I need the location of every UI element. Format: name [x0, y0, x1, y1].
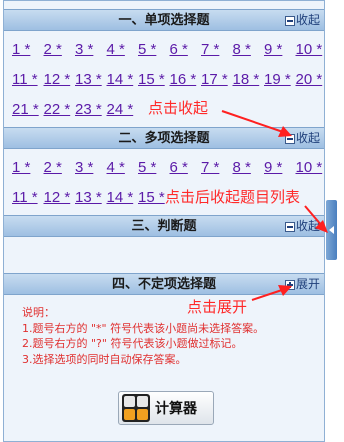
toggle-label: 收起	[295, 131, 320, 145]
question-link[interactable]: 2 *	[41, 157, 73, 179]
toggle-label: 收起	[295, 13, 320, 27]
instruction-line: 3.选择选项的同时自动保存答案。	[22, 352, 187, 366]
question-link[interactable]: 15 *	[135, 187, 167, 209]
side-collapse-handle[interactable]	[326, 200, 337, 260]
calculator-button[interactable]: 计算器	[118, 391, 214, 425]
question-link[interactable]: 1 *	[9, 39, 41, 61]
question-link[interactable]: 8 *	[230, 39, 262, 61]
question-link[interactable]: 22 *	[41, 99, 73, 121]
question-link[interactable]: 4 *	[104, 157, 136, 179]
question-link[interactable]: 21 *	[9, 99, 41, 121]
question-link[interactable]: 11 *	[9, 69, 41, 91]
question-link[interactable]: 11 *	[9, 187, 41, 209]
question-link[interactable]: 5 *	[135, 39, 167, 61]
section-header-single-choice: 一、单项选择题 收起	[4, 9, 324, 31]
question-link[interactable]: 13 *	[72, 187, 104, 209]
calculator-label: 计算器	[155, 401, 197, 417]
question-link[interactable]: 23 *	[72, 99, 104, 121]
question-row: 1 * 2 * 3 * 4 * 5 * 6 * 7 * 8 * 9 * 10 *	[9, 39, 324, 61]
annotation-collapse: 点击收起	[148, 99, 209, 117]
plus-box-icon	[284, 279, 295, 290]
question-link[interactable]: 10 *	[293, 157, 325, 179]
collapse-toggle-multi-choice[interactable]: 收起	[284, 131, 320, 146]
question-link[interactable]: 15 *	[135, 69, 167, 91]
question-row: 21 * 22 * 23 * 24 *	[9, 99, 135, 121]
calculator-icon	[122, 394, 150, 422]
question-link[interactable]: 2 *	[41, 39, 73, 61]
question-link[interactable]: 24 *	[104, 99, 136, 121]
question-link[interactable]: 7 *	[198, 39, 230, 61]
question-link[interactable]: 12 *	[41, 69, 73, 91]
toggle-label: 收起	[295, 219, 320, 233]
question-link[interactable]: 19 *	[261, 69, 293, 91]
annotation-expand: 点击展开	[187, 298, 248, 316]
question-link[interactable]: 20 *	[293, 69, 325, 91]
section-header-multi-choice: 二、多项选择题 收起	[4, 127, 324, 149]
arrow-left-icon	[329, 226, 334, 234]
question-link[interactable]: 6 *	[167, 39, 199, 61]
section-title: 二、多项选择题	[118, 131, 210, 146]
question-link[interactable]: 13 *	[72, 69, 104, 91]
minus-box-icon	[284, 133, 295, 144]
question-link[interactable]: 14 *	[104, 187, 136, 209]
question-link[interactable]: 12 *	[41, 187, 73, 209]
question-link[interactable]: 6 *	[167, 157, 199, 179]
question-link[interactable]: 5 *	[135, 157, 167, 179]
minus-box-icon	[284, 15, 295, 26]
annotation-collapsed-list: 点击后收起题目列表	[165, 188, 301, 206]
question-link[interactable]: 1 *	[9, 157, 41, 179]
collapse-toggle-single-choice[interactable]: 收起	[284, 13, 320, 28]
question-link[interactable]: 14 *	[104, 69, 136, 91]
section-header-indefinite-choice: 四、不定项选择题 展开	[4, 273, 324, 295]
instruction-line: 1.题号右方的 "*" 符号代表该小题尚未选择答案。	[22, 321, 265, 335]
question-row: 11 * 12 * 13 * 14 * 15 * 16 * 17 * 18 * 19 * 20 *	[9, 69, 324, 91]
instruction-line: 2.题号右方的 "?" 符号代表该小题做过标记。	[22, 337, 243, 350]
question-link[interactable]: 9 *	[261, 157, 293, 179]
collapse-toggle-true-false[interactable]: 收起	[284, 219, 320, 234]
question-link[interactable]: 16 *	[167, 69, 199, 91]
question-link[interactable]: 17 *	[198, 69, 230, 91]
section-header-true-false: 三、判断题 收起	[4, 215, 324, 237]
question-link[interactable]: 8 *	[230, 157, 262, 179]
question-link[interactable]: 18 *	[230, 69, 262, 91]
question-link[interactable]: 4 *	[104, 39, 136, 61]
answer-sheet-panel: 一、单项选择题 收起 1 * 2 * 3 * 4 * 5 * 6 * 7 * 8 * 9 * 10…	[3, 0, 325, 442]
expand-toggle-indefinite-choice[interactable]: 展开	[284, 277, 320, 292]
section-title: 一、单项选择题	[118, 13, 210, 28]
section-title: 三、判断题	[131, 219, 197, 234]
question-link[interactable]: 9 *	[261, 39, 293, 61]
question-link[interactable]: 7 *	[198, 157, 230, 179]
question-row: 11 * 12 * 13 * 14 * 15 *	[9, 187, 167, 209]
minus-box-icon	[284, 221, 295, 232]
question-link[interactable]: 3 *	[72, 157, 104, 179]
question-row: 1 * 2 * 3 * 4 * 5 * 6 * 7 * 8 * 9 * 10 *	[9, 157, 324, 179]
section-title: 四、不定项选择题	[111, 277, 216, 292]
question-link[interactable]: 10 *	[293, 39, 325, 61]
toggle-label: 展开	[295, 277, 320, 291]
question-link[interactable]: 3 *	[72, 39, 104, 61]
